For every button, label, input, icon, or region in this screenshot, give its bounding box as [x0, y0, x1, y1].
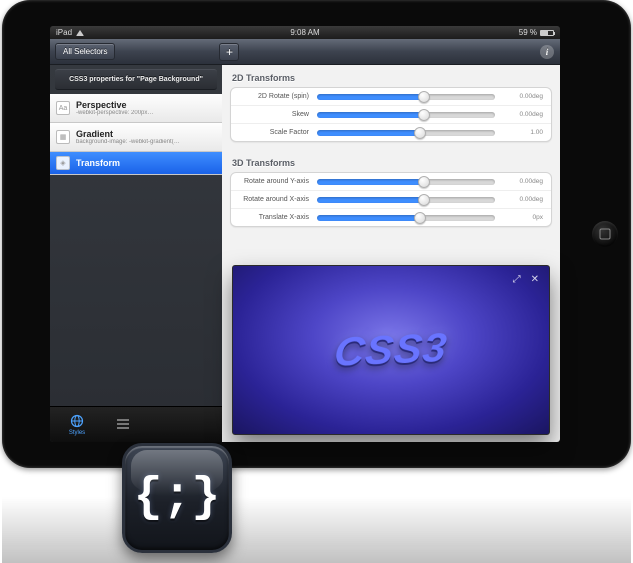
preview-logo: CSS3	[332, 325, 450, 376]
item-subtitle: background-image: -webkit-gradient(…	[76, 139, 214, 145]
slider-thumb[interactable]	[418, 194, 430, 206]
card-3d-transforms: Rotate around Y-axis 0.00deg Rotate arou…	[230, 172, 552, 227]
slider-label: Rotate around X-axis	[239, 196, 317, 203]
clock: 9:08 AM	[290, 28, 319, 37]
expand-icon[interactable]: ⤢	[513, 274, 521, 285]
ipad-reflection	[2, 468, 631, 563]
carrier-label: iPad	[56, 28, 72, 37]
home-button[interactable]	[592, 221, 618, 247]
tab-label: Styles	[69, 430, 85, 436]
card-2d-transforms: 2D Rotate (spin) 0.00deg Skew 0.00deg Sc…	[230, 87, 552, 142]
back-button[interactable]: All Selectors	[55, 43, 115, 60]
slider-label: Scale Factor	[239, 129, 317, 136]
slider-rotate-y[interactable]	[317, 179, 495, 185]
slider-row: Translate X-axis 0px	[231, 209, 551, 226]
app-icon-glyph: {;}	[134, 471, 220, 525]
sidebar: CSS3 properties for "Page Background" Aa…	[50, 65, 222, 442]
tab-other[interactable]	[114, 417, 132, 433]
slider-value: 0.00deg	[495, 93, 543, 100]
wifi-icon	[76, 30, 84, 36]
gradient-icon: ▦	[56, 130, 70, 144]
sidebar-header: CSS3 properties for "Page Background"	[55, 69, 217, 90]
slider-thumb[interactable]	[414, 212, 426, 224]
property-list: Aa Perspective -webkit-perspective: 200p…	[50, 94, 222, 406]
slider-row: Rotate around Y-axis 0.00deg	[231, 173, 551, 191]
slider-scale[interactable]	[317, 130, 495, 136]
add-button[interactable]: +	[219, 43, 239, 61]
item-title: Gradient	[76, 129, 214, 139]
slider-value: 1.00	[495, 129, 543, 136]
slider-thumb[interactable]	[414, 127, 426, 139]
perspective-icon: Aa	[56, 101, 70, 115]
item-title: Perspective	[76, 100, 214, 110]
list-item-transform[interactable]: ◈ Transform	[50, 152, 222, 175]
transform-icon: ◈	[56, 156, 70, 170]
slider-row: Rotate around X-axis 0.00deg	[231, 191, 551, 209]
section-title-3d: 3D Transforms	[222, 150, 560, 172]
slider-label: Skew	[239, 111, 317, 118]
close-icon[interactable]: ✕	[531, 274, 539, 285]
slider-value: 0.00deg	[495, 178, 543, 185]
slider-label: Translate X-axis	[239, 214, 317, 221]
slider-thumb[interactable]	[418, 176, 430, 188]
globe-icon	[68, 414, 86, 428]
slider-row: Scale Factor 1.00	[231, 124, 551, 141]
preview-pane: ⤢ ✕ CSS3	[232, 265, 550, 435]
slider-skew[interactable]	[317, 112, 495, 118]
tab-bar: Styles	[50, 406, 222, 442]
slider-thumb[interactable]	[418, 91, 430, 103]
slider-rotate-x[interactable]	[317, 197, 495, 203]
item-subtitle: -webkit-perspective: 200px…	[76, 110, 214, 116]
section-title-2d: 2D Transforms	[222, 65, 560, 87]
info-button[interactable]: i	[540, 45, 554, 59]
list-item-gradient[interactable]: ▦ Gradient background-image: -webkit-gra…	[50, 123, 222, 152]
slider-value: 0.00deg	[495, 111, 543, 118]
status-bar: iPad 9:08 AM 59 %	[50, 26, 560, 39]
slider-label: Rotate around Y-axis	[239, 178, 317, 185]
slider-row: 2D Rotate (spin) 0.00deg	[231, 88, 551, 106]
app-icon[interactable]: {;}	[122, 443, 232, 553]
slider-value: 0px	[495, 214, 543, 221]
slider-thumb[interactable]	[418, 109, 430, 121]
tab-styles[interactable]: Styles	[68, 414, 86, 436]
slider-translate-x[interactable]	[317, 215, 495, 221]
battery-pct: 59 %	[519, 28, 537, 37]
battery-icon	[540, 30, 554, 36]
slider-row: Skew 0.00deg	[231, 106, 551, 124]
nav-bar: All Selectors + i	[50, 39, 560, 65]
list-item-perspective[interactable]: Aa Perspective -webkit-perspective: 200p…	[50, 94, 222, 123]
item-title: Transform	[76, 158, 214, 168]
slider-2d-rotate[interactable]	[317, 94, 495, 100]
list-icon	[114, 417, 132, 431]
slider-value: 0.00deg	[495, 196, 543, 203]
slider-label: 2D Rotate (spin)	[239, 93, 317, 100]
